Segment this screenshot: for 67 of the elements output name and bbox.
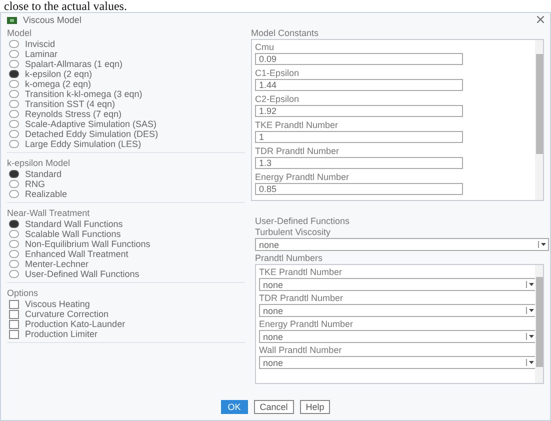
radio-option[interactable]: User-Defined Wall Functions: [7, 269, 146, 279]
checkbox-option[interactable]: Viscous Heating: [7, 299, 96, 309]
field-label: Energy Prandtl Number: [255, 172, 350, 183]
scrollbar[interactable]: [535, 265, 543, 383]
radio-option[interactable]: Spalart-Allmaras (1 eqn): [7, 59, 129, 69]
input-field[interactable]: 1.92: [255, 105, 463, 117]
dropdown-arrow-icon: [529, 335, 534, 338]
field-label: C1-Epsilon: [255, 68, 300, 79]
field-label: TDR Prandtl Number: [259, 293, 344, 304]
dialog-button[interactable]: Help: [300, 400, 330, 414]
field-label: Cmu: [255, 42, 276, 53]
radio-option[interactable]: Standard Wall Functions: [7, 219, 129, 229]
close-button[interactable]: [537, 14, 544, 26]
radio-option[interactable]: k-epsilon (2 eqn): [7, 69, 98, 79]
radio-option[interactable]: RNG: [7, 179, 51, 189]
ok-button[interactable]: OK: [220, 400, 248, 414]
group-label: Model: [7, 27, 33, 39]
radio-option[interactable]: Large Eddy Simulation (LES): [7, 139, 148, 149]
radio-option[interactable]: Non-Equilibrium Wall Functions: [7, 239, 156, 249]
section-label: User-Defined Functions: [255, 215, 351, 227]
field-label: C2-Epsilon: [255, 94, 300, 105]
checkbox-option[interactable]: Production Limiter: [7, 329, 104, 339]
field-label: Prandtl Numbers: [255, 253, 324, 264]
dropdown[interactable]: none: [255, 238, 549, 251]
checkbox-option[interactable]: Production Kato-Launder: [7, 319, 132, 329]
radio-option[interactable]: Enhanced Wall Treatment: [7, 249, 134, 259]
input-field[interactable]: 1: [255, 131, 463, 143]
radio-option[interactable]: Menter-Lechner: [7, 259, 95, 269]
scrollbar[interactable]: [535, 40, 543, 200]
radio-option[interactable]: Standard: [7, 169, 68, 179]
radio-option[interactable]: Transition k-kl-omega (3 eqn): [7, 89, 148, 99]
dropdown[interactable]: none: [259, 356, 537, 369]
group-label: k-epsilon Model: [7, 157, 72, 169]
checkbox-option[interactable]: Curvature Correction: [7, 309, 115, 319]
radio-option[interactable]: Laminar: [7, 49, 64, 59]
input-field[interactable]: 1.3: [255, 157, 463, 169]
group-label: Near-Wall Treatment: [7, 207, 91, 219]
dropdown[interactable]: none: [259, 278, 537, 291]
field-label: Turbulent Viscosity: [255, 227, 332, 238]
field-label: TDR Prandtl Number: [255, 146, 340, 157]
radio-option[interactable]: Reynolds Stress (7 eqn): [7, 109, 128, 119]
section-label: Model Constants: [251, 27, 320, 39]
dropdown-arrow-icon: [529, 361, 534, 364]
radio-option[interactable]: Scalable Wall Functions: [7, 229, 127, 239]
input-field[interactable]: 0.85: [255, 183, 463, 195]
field-label: Energy Prandtl Number: [259, 319, 354, 330]
input-field[interactable]: 0.09: [255, 53, 463, 65]
input-field[interactable]: 1.44: [255, 79, 463, 91]
dropdown-arrow-icon: [529, 309, 534, 312]
radio-option[interactable]: Detached Eddy Simulation (DES): [7, 129, 164, 139]
radio-option[interactable]: Inviscid: [7, 39, 62, 49]
caption-text: close to the actual values.: [3, 0, 128, 12]
dropdown-arrow-icon: [529, 283, 534, 286]
group-label: Options: [7, 287, 40, 299]
radio-option[interactable]: k-omega (2 eqn): [7, 79, 98, 89]
radio-option[interactable]: Transition SST (4 eqn): [7, 99, 122, 109]
field-label: Wall Prandtl Number: [259, 345, 343, 356]
dialog-button[interactable]: Cancel: [254, 400, 294, 414]
window-title: Viscous Model: [23, 15, 82, 25]
field-label: TKE Prandtl Number: [255, 120, 340, 131]
radio-option[interactable]: Scale-Adaptive Simulation (SAS): [7, 119, 163, 129]
radio-option[interactable]: Realizable: [7, 189, 74, 199]
app-icon: [7, 16, 17, 24]
field-label: TKE Prandtl Number: [259, 267, 344, 278]
dropdown[interactable]: none: [259, 304, 537, 317]
dropdown-arrow-icon: [541, 243, 546, 246]
dropdown[interactable]: none: [259, 330, 537, 343]
